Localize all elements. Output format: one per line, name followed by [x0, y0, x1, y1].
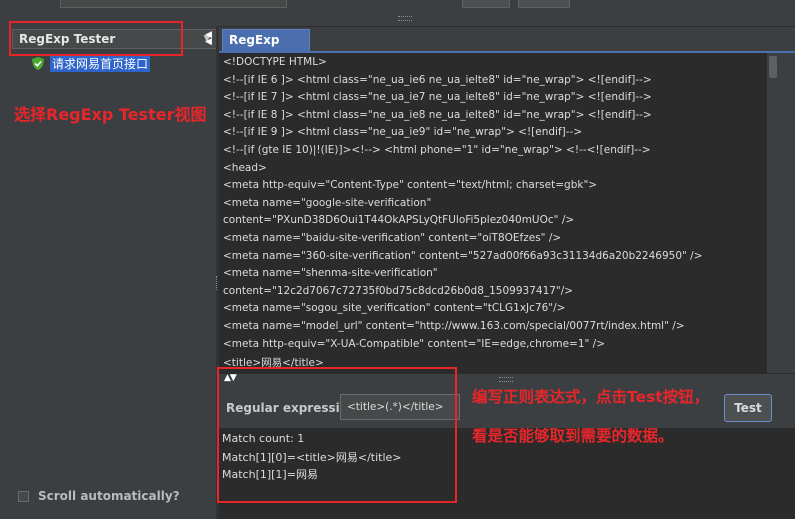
source-line: <meta name="google-site-verification" [223, 196, 432, 209]
source-line: <meta http-equiv="Content-Type" content=… [223, 179, 598, 192]
toolbar-button-2[interactable] [518, 0, 570, 8]
source-line: <!DOCTYPE HTML> [223, 56, 327, 68]
source-line: <!--[if (gte IE 10)|!(IE)]><!--> <html p… [223, 144, 651, 156]
tab-regexp-tester[interactable]: RegExp Tester [222, 29, 310, 67]
source-line: <meta name="baidu-site-verification" con… [223, 232, 562, 244]
splitter-grip-icon[interactable] [398, 16, 412, 21]
scroll-automatically-label: Scroll automatically? [38, 489, 180, 503]
source-line: <!--[if IE 6 ]> <html class="ne_ua_ie6 n… [223, 73, 652, 86]
response-source-view[interactable]: <!DOCTYPE HTML> <!--[if IE 6 ]> <html cla… [219, 53, 767, 373]
source-line: content="12c2d7067c72735f0bd75c8dcd26b0d… [223, 284, 574, 297]
source-line: content="PXunD38D6Oui1T44OkAPSLyQtFUloFi… [223, 214, 575, 227]
annotation-select-view: 选择RegExp Tester视图 [14, 105, 207, 124]
splitter-grip-icon[interactable] [499, 377, 513, 382]
collapse-panel-icon[interactable]: ◀ ◀ [205, 31, 212, 47]
source-scrollbar[interactable] [767, 53, 779, 373]
results-tree-panel [0, 26, 216, 519]
source-line: <!--[if IE 9 ]> <html class="ne_ua_ie9" … [223, 126, 583, 139]
success-shield-icon [32, 57, 44, 70]
annotation-box-view-selector [9, 21, 183, 56]
toolbar-button-1[interactable] [462, 0, 510, 8]
scroll-automatically-checkbox[interactable] [18, 491, 29, 502]
source-line: <!--[if IE 7 ]> <html class="ne_ua_ie7 n… [223, 91, 652, 104]
source-line: <meta http-equiv="X-UA-Compatible" conte… [223, 337, 606, 350]
test-button[interactable]: Test [724, 394, 772, 422]
source-scrollbar-thumb[interactable] [769, 56, 777, 78]
toolbar-field[interactable] [60, 0, 287, 8]
source-line: <!--[if IE 8 ]> <html class="ne_ua_ie8 n… [223, 108, 652, 121]
annotation-instruction-1: 编写正则表达式，点击Test按钮， [472, 388, 710, 406]
source-line: <meta name="360-site-verification" conte… [223, 249, 703, 262]
source-line: <head> [223, 161, 267, 174]
source-line: <meta name="model_url" content="http://w… [223, 320, 685, 332]
source-line: <meta name="shenma-site-verification" [223, 267, 438, 280]
tree-item-request[interactable]: 请求网易首页接口 [50, 56, 151, 72]
annotation-box-regex [217, 367, 457, 503]
annotation-instruction-2: 看是否能够取到需要的数据。 [472, 427, 674, 445]
source-line: <meta name="sogou_site_verification" con… [223, 302, 566, 315]
